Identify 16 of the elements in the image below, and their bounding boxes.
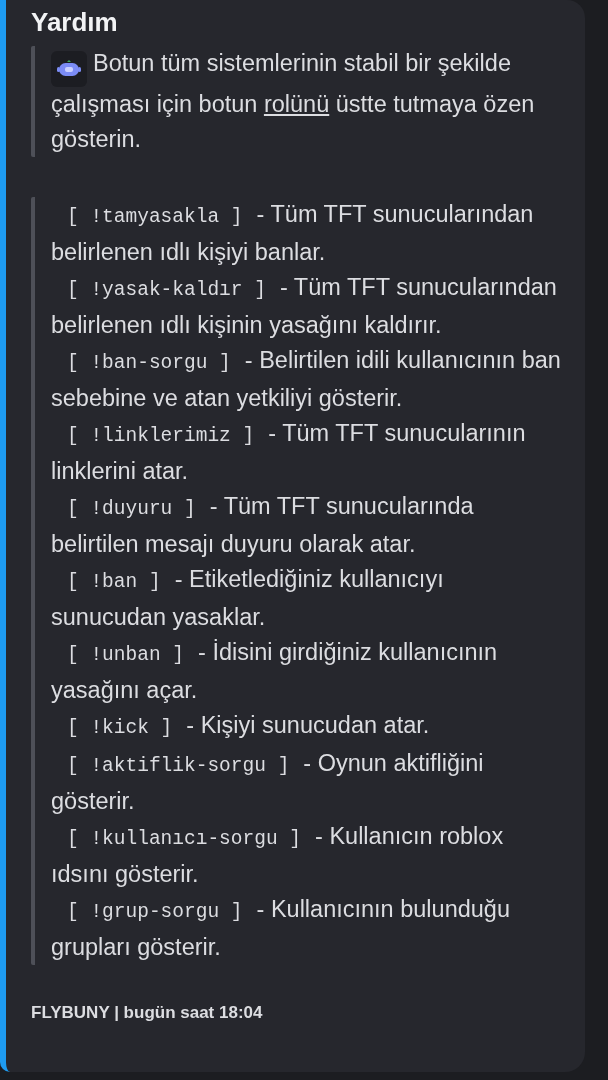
command-entry: [ !duyuru ] - Tüm TFT sunucularında belirtilen mesajı duyuru olarak atar. (51, 492, 475, 559)
command-entry: [ !yasak-kaldır ] - Tüm TFT sunucularından belirlenen ıdlı kişinin yasağını kaldırır. (51, 273, 558, 340)
intro-text: Botun tüm sistemlerinin stabil bir şekilde çalışması için botun rolünü üstte tutmaya özen gösterin. (51, 50, 535, 152)
command-entry: [ !kullanıcı-sorgu ] - Kullanıcın roblox ıdsını gösterir. (51, 822, 505, 889)
bot-icon (51, 51, 87, 87)
embed-title: Yardım (31, 6, 119, 38)
command-entry: [ !kick ] - Kişiyi sunucudan atar. (66, 711, 431, 741)
command-entry: [ !aktiflik-sorgu ] - Oynun aktifliğini gösterir. (51, 749, 485, 816)
command-entry: [ !ban-sorgu ] - Belirtilen idili kullanıcının ban sebebine ve atan yetkiliyi gösterir. (51, 346, 562, 413)
command-entry: [ !tamyasakla ] - Tüm TFT sunucularından belirlenen ıdlı kişiyi banlar. (51, 200, 535, 267)
role-link[interactable]: rolünü (263, 91, 330, 117)
command-entry: [ !ban ] - Etiketlediğiniz kullanıcıyı sunucudan yasaklar. (51, 565, 445, 632)
command-entry: [ !linklerimiz ] - Tüm TFT sunucularının linklerini atar. (51, 419, 527, 486)
command-entry: [ !unban ] - İdisini girdiğiniz kullanıcının yasağını açar. (51, 638, 499, 705)
command-entry: [ !grup-sorgu ] - Kullanıcının bulunduğu grupları gösterir. (51, 895, 511, 962)
embed-footer: FLYBUNY | bugün saat 18:04 (31, 1003, 565, 1023)
